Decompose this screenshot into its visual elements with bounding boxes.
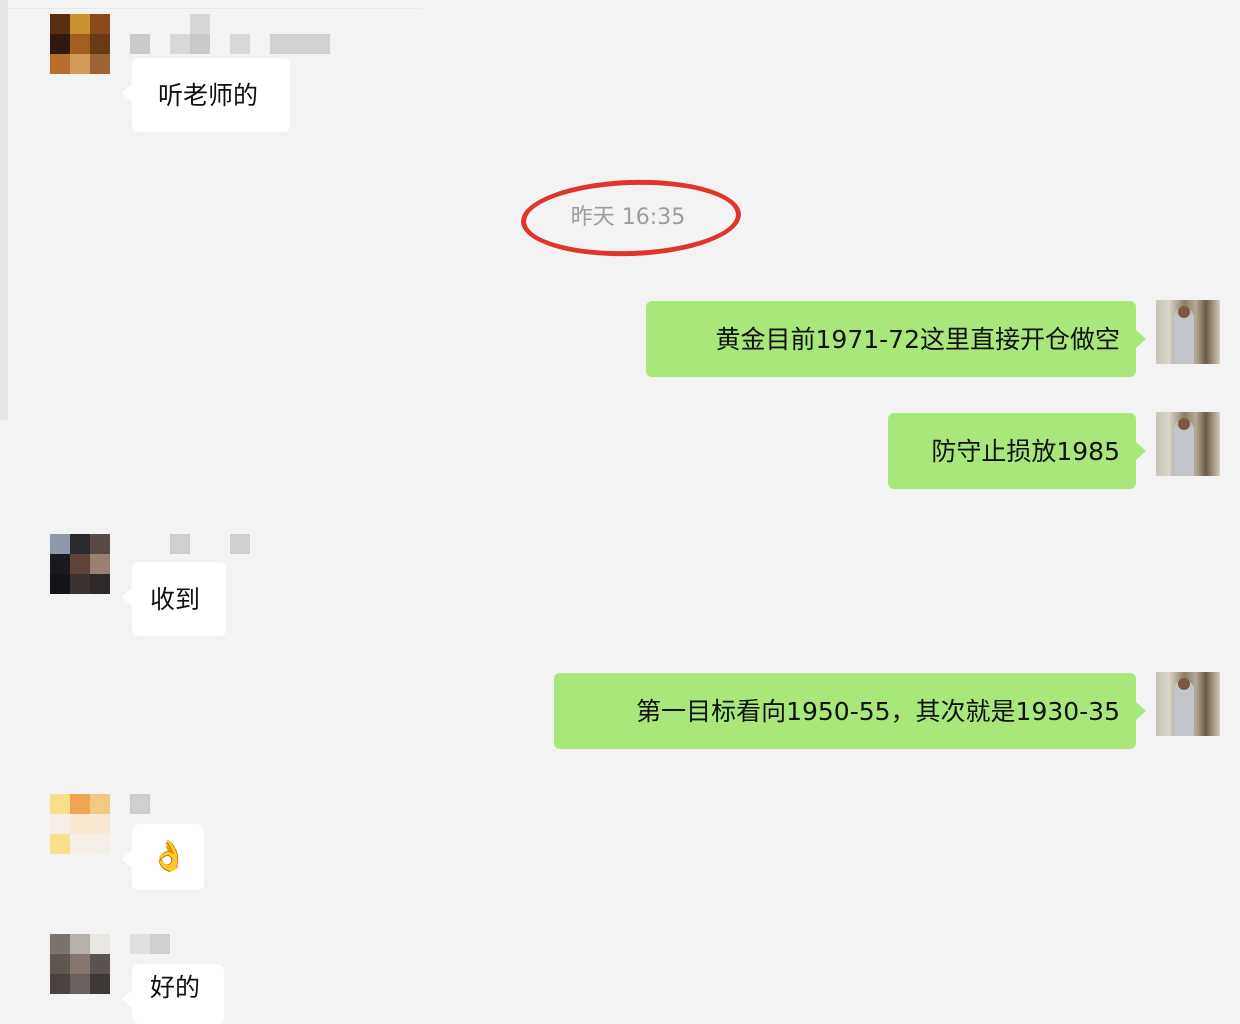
- message-text: 第一目标看向1950-55，其次就是1930-35: [636, 696, 1120, 726]
- message-bubble-outgoing[interactable]: 黄金目前1971-72这里直接开仓做空: [646, 301, 1146, 377]
- timestamp-divider: 昨天 16:35: [518, 176, 743, 260]
- avatar-pixelated[interactable]: [50, 934, 110, 994]
- sender-name-blurred: [190, 14, 210, 34]
- message-bubble-incoming[interactable]: 收到: [122, 562, 226, 636]
- emoji-ok-hand: 👌: [150, 839, 188, 874]
- message-text: 防守止损放1985: [931, 436, 1120, 466]
- window-top-edge: [8, 8, 422, 9]
- timestamp-text: 昨天 16:35: [570, 205, 686, 230]
- message-text: 听老师的: [158, 80, 259, 110]
- sender-name-blurred: [130, 934, 170, 954]
- avatar-pixelated[interactable]: [50, 534, 110, 594]
- avatar-self[interactable]: [1156, 672, 1220, 736]
- message-bubble-incoming[interactable]: 好的: [122, 964, 224, 1024]
- sender-name-blurred: [130, 534, 250, 554]
- message-bubble-incoming[interactable]: 👌: [122, 824, 204, 890]
- sender-name-blurred: [130, 34, 330, 54]
- sender-name-blurred: [130, 794, 150, 814]
- message-bubble-outgoing[interactable]: 防守止损放1985: [888, 413, 1146, 489]
- message-bubble-outgoing[interactable]: 第一目标看向1950-55，其次就是1930-35: [554, 673, 1146, 749]
- avatar-pixelated[interactable]: [50, 14, 110, 74]
- window-edge-scrollbar: [0, 0, 8, 420]
- avatar-self[interactable]: [1156, 412, 1220, 476]
- message-bubble-incoming[interactable]: 听老师的: [122, 58, 290, 132]
- message-text: 收到: [150, 584, 201, 614]
- message-text: 黄金目前1971-72这里直接开仓做空: [715, 324, 1120, 354]
- avatar-pixelated[interactable]: [50, 794, 110, 854]
- message-text: 好的: [150, 973, 201, 1002]
- avatar-self[interactable]: [1156, 300, 1220, 364]
